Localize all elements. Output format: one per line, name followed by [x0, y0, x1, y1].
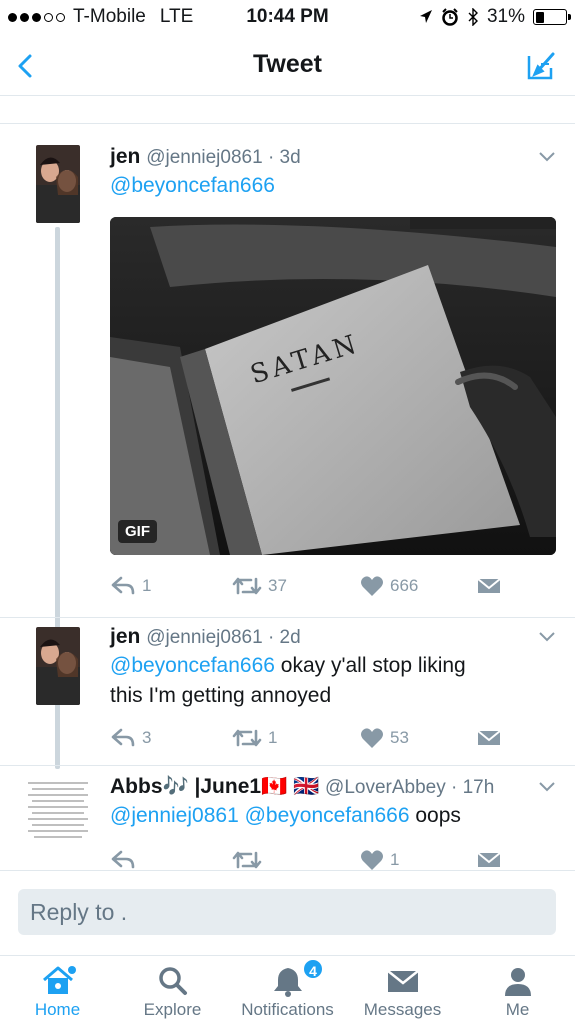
tab-label: Messages	[363, 1000, 442, 1019]
mention-link[interactable]: @beyoncefan666	[110, 174, 275, 197]
reply-composer: Reply to .	[0, 870, 575, 955]
person-icon	[504, 968, 531, 996]
location-arrow-icon	[419, 10, 432, 23]
retweet-icon	[232, 851, 262, 869]
gif-image: SATAN	[110, 217, 556, 555]
battery-icon	[533, 9, 571, 25]
bell-icon	[273, 968, 302, 997]
page-title: Tweet	[253, 50, 322, 78]
chevron-down-icon[interactable]	[537, 630, 557, 644]
tweet-header: jen @jenniej0861 · 3d	[110, 145, 515, 169]
tab-label: Me	[505, 1000, 530, 1019]
tab-label: Explore	[143, 1000, 202, 1019]
like-button[interactable]: 1	[360, 849, 399, 870]
status-bar: T-Mobile LTE 10:44 PM 31%	[0, 0, 575, 36]
mention-link[interactable]: @beyoncefan666	[110, 654, 275, 677]
envelope-icon	[477, 730, 501, 745]
handle-and-time: @LoverAbbey · 17h	[325, 777, 495, 798]
like-count: 1	[390, 850, 400, 869]
tweet-header: jen @jenniej0861 · 2d	[110, 625, 515, 649]
chevron-down-icon[interactable]	[537, 780, 557, 794]
tweet-text: @beyoncefan666	[110, 171, 555, 201]
reply-icon	[111, 728, 135, 747]
like-button[interactable]: 53	[360, 727, 409, 749]
tab-explore[interactable]: Explore	[115, 956, 230, 1024]
search-icon	[158, 967, 187, 995]
heart-icon	[361, 728, 383, 748]
heart-icon	[361, 850, 383, 870]
retweet-button[interactable]: 37	[232, 575, 287, 597]
direct-message-button[interactable]	[476, 849, 502, 870]
like-count: 666	[390, 576, 419, 595]
tweet-text: @jenniej0861 @beyoncefan666 oops	[110, 804, 461, 827]
tweet-header: Abbs🎶 |June1🇨🇦 🇬🇧 @LoverAbbey · 17h	[110, 775, 515, 799]
tab-bar: Home Explore 4 Notifications Messages Me	[0, 955, 575, 1024]
tab-me[interactable]: Me	[460, 956, 575, 1024]
envelope-icon	[386, 970, 419, 992]
previous-tweet-actions	[110, 97, 555, 105]
heart-icon	[361, 576, 383, 596]
tab-label: Home	[34, 1000, 81, 1019]
tweet-thread[interactable]: jen @jenniej0861 · 3d @beyoncefan666 SAT…	[0, 97, 575, 870]
retweet-icon	[232, 577, 262, 595]
reply-count: 3	[142, 728, 152, 747]
mention-link[interactable]: @jenniej0861	[110, 804, 239, 827]
reply-count: 1	[142, 576, 152, 595]
reply-input[interactable]: Reply to .	[18, 889, 556, 935]
home-icon	[42, 966, 76, 994]
battery-percent: 31%	[486, 6, 525, 27]
compose-icon	[527, 52, 555, 80]
display-name[interactable]: jen	[110, 145, 140, 168]
display-name[interactable]: jen	[110, 625, 140, 648]
reply-button[interactable]	[110, 849, 142, 870]
handle-and-time: @jenniej0861 · 3d	[146, 147, 301, 168]
tab-messages[interactable]: Messages	[345, 956, 460, 1024]
avatar[interactable]	[36, 145, 80, 223]
handle-and-time: @jenniej0861 · 2d	[146, 627, 301, 648]
retweet-count: 37	[268, 576, 287, 595]
envelope-icon	[477, 852, 501, 867]
thread-line	[55, 709, 60, 769]
display-name[interactable]: Abbs🎶 |June1🇨🇦 🇬🇧	[110, 775, 319, 798]
reply-button[interactable]: 1	[110, 575, 151, 597]
reply-button[interactable]: 3	[110, 727, 151, 749]
reply-icon	[111, 576, 135, 595]
tweet-actions: 1	[110, 849, 510, 870]
alarm-clock-icon	[442, 8, 458, 26]
tab-label: Notifications	[241, 1000, 334, 1019]
gif-media[interactable]: SATAN GIF	[110, 217, 556, 555]
retweet-button[interactable]: 1	[232, 727, 277, 749]
envelope-icon	[477, 578, 501, 593]
direct-message-button[interactable]	[476, 575, 502, 597]
direct-message-button[interactable]	[476, 727, 502, 749]
like-count: 53	[390, 728, 409, 747]
like-button[interactable]: 666	[360, 575, 418, 597]
tab-home[interactable]: Home	[0, 956, 115, 1024]
gif-badge: GIF	[118, 520, 157, 543]
tweet-actions: 3 1 53	[110, 727, 510, 755]
avatar[interactable]	[36, 627, 80, 705]
retweet-icon	[232, 729, 262, 747]
tab-notifications[interactable]: 4 Notifications	[230, 956, 345, 1024]
compose-tweet-button[interactable]	[521, 46, 561, 86]
tweet-actions: 1 37 666	[110, 575, 510, 603]
tweet-text: @beyoncefan666 okay y'all stop liking th…	[110, 654, 466, 707]
reply-icon	[111, 850, 135, 869]
notification-badge: 4	[302, 958, 324, 980]
mention-link[interactable]: @beyoncefan666	[245, 804, 410, 827]
chevron-down-icon[interactable]	[537, 150, 557, 164]
bluetooth-icon	[468, 8, 478, 26]
navigation-bar: Tweet	[0, 36, 575, 96]
retweet-count: 1	[268, 728, 278, 747]
avatar[interactable]	[24, 775, 92, 845]
retweet-button[interactable]	[232, 849, 268, 870]
